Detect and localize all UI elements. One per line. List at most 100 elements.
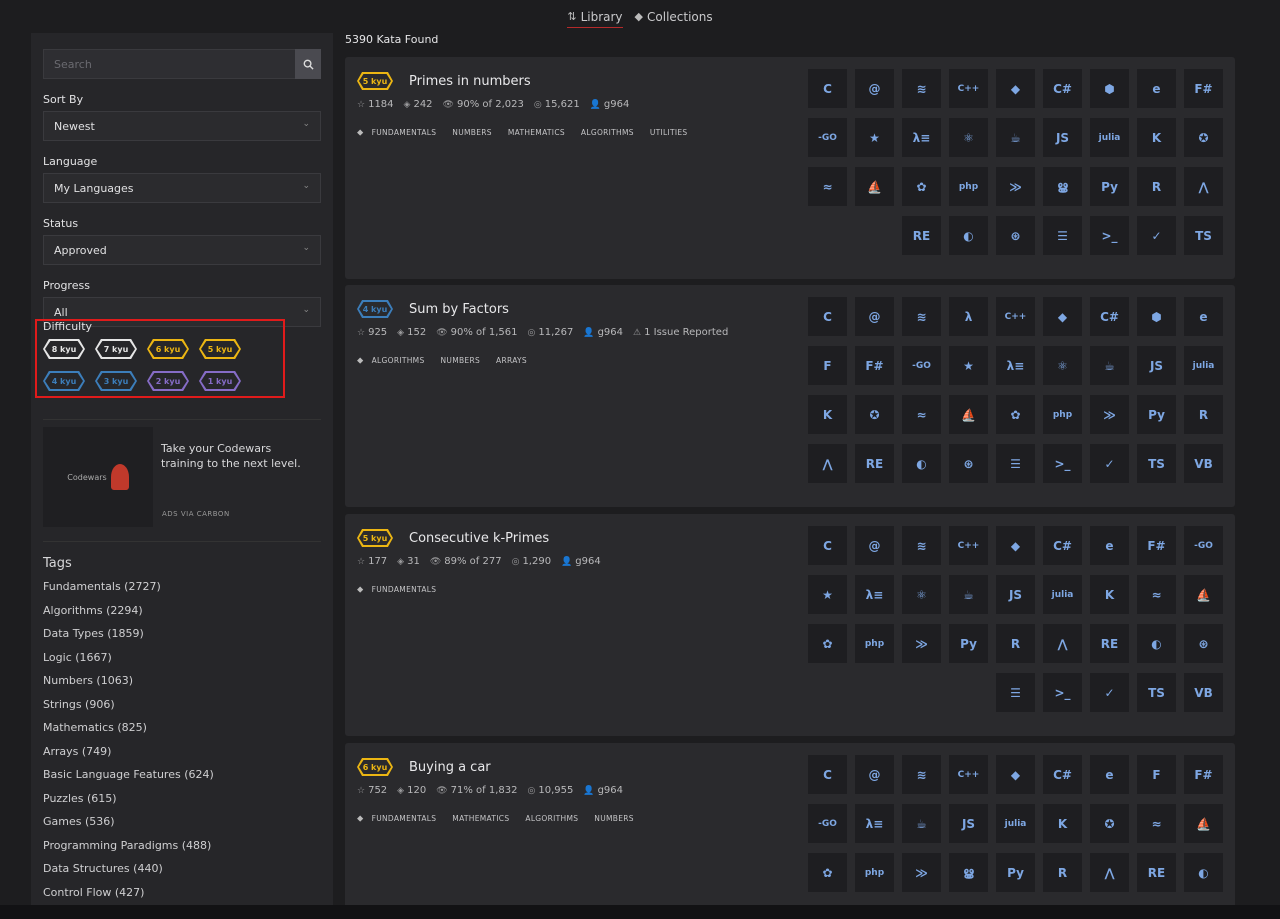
language-icon[interactable]: λ≡ xyxy=(855,575,894,614)
tab-collections[interactable]: ◆ Collections xyxy=(635,0,713,28)
language-icon[interactable]: @ xyxy=(855,526,894,565)
language-icon[interactable]: C++ xyxy=(949,755,988,794)
language-icon[interactable]: ✪ xyxy=(1184,118,1223,157)
tag-link[interactable]: Data Structures (440) xyxy=(43,861,214,885)
tag-chip[interactable]: MATHEMATICS xyxy=(508,125,573,140)
language-icon[interactable]: C++ xyxy=(996,297,1035,336)
language-icon[interactable]: ⛵ xyxy=(1184,575,1223,614)
language-icon[interactable]: ☰ xyxy=(1043,216,1082,255)
ad-image[interactable]: Codewars xyxy=(43,427,153,527)
language-icon[interactable]: ⊛ xyxy=(1184,624,1223,663)
language-icon[interactable]: ✪ xyxy=(1090,804,1129,843)
difficulty-8-kyu[interactable]: 8 kyu xyxy=(43,339,85,359)
language-icon[interactable]: ⋀ xyxy=(1043,624,1082,663)
tag-link[interactable]: Control Flow (427) xyxy=(43,885,214,906)
tag-chip[interactable]: ALGORITHMS xyxy=(372,353,433,368)
language-icon[interactable]: ✓ xyxy=(1137,216,1176,255)
stat-author[interactable]: 👤 g964 xyxy=(583,785,623,796)
language-icon[interactable]: php xyxy=(1043,395,1082,434)
language-icon[interactable]: ⬢ xyxy=(1090,69,1129,108)
language-icon[interactable]: C# xyxy=(1043,526,1082,565)
language-icon[interactable]: -GO xyxy=(808,118,847,157)
language-icon[interactable]: ✿ xyxy=(996,395,1035,434)
tag-link[interactable]: Basic Language Features (624) xyxy=(43,767,214,791)
kata-title-link[interactable]: Sum by Factors xyxy=(409,302,509,317)
language-icon[interactable]: -GO xyxy=(808,804,847,843)
kata-title-link[interactable]: Consecutive k-Primes xyxy=(409,531,549,546)
language-icon[interactable]: ✓ xyxy=(1090,444,1129,483)
language-icon[interactable]: ◆ xyxy=(996,755,1035,794)
language-icon[interactable]: λ xyxy=(949,297,988,336)
language-icon[interactable]: ☕ xyxy=(996,118,1035,157)
language-icon[interactable]: F# xyxy=(1184,755,1223,794)
language-icon[interactable]: C++ xyxy=(949,526,988,565)
language-icon[interactable]: JS xyxy=(1043,118,1082,157)
language-icon[interactable]: e xyxy=(1184,297,1223,336)
tag-link[interactable]: Games (536) xyxy=(43,814,214,838)
tag-chip[interactable]: ALGORITHMS xyxy=(525,811,586,826)
difficulty-7-kyu[interactable]: 7 kyu xyxy=(95,339,137,359)
tag-chip[interactable]: NUMBERS xyxy=(441,353,489,368)
language-icon[interactable]: ◆ xyxy=(996,526,1035,565)
ad-text[interactable]: Take your Codewars training to the next … xyxy=(153,423,313,543)
language-icon[interactable]: C# xyxy=(1043,755,1082,794)
language-icon[interactable]: php xyxy=(855,624,894,663)
status-select[interactable]: Approved ⌄ xyxy=(43,235,321,265)
language-icon[interactable]: ≋ xyxy=(902,755,941,794)
language-icon[interactable]: RE xyxy=(1137,853,1176,892)
language-icon[interactable]: R xyxy=(996,624,1035,663)
language-icon[interactable]: λ≡ xyxy=(855,804,894,843)
language-icon[interactable]: julia xyxy=(1043,575,1082,614)
ad-via-link[interactable]: ADS VIA CARBON xyxy=(162,510,230,518)
language-icon[interactable]: ⛵ xyxy=(855,167,894,206)
tag-chip[interactable]: NUMBERS xyxy=(594,811,642,826)
language-icon[interactable]: C# xyxy=(1043,69,1082,108)
language-icon[interactable]: R xyxy=(1184,395,1223,434)
language-icon[interactable]: ☕ xyxy=(949,575,988,614)
language-icon[interactable]: TS xyxy=(1137,444,1176,483)
language-icon[interactable]: ⋀ xyxy=(1090,853,1129,892)
language-icon[interactable]: λ≡ xyxy=(902,118,941,157)
carbon-ad[interactable]: Codewars Take your Codewars training to … xyxy=(43,423,321,543)
tag-chip[interactable]: FUNDAMENTALS xyxy=(372,125,445,140)
language-icon[interactable]: ⋀ xyxy=(1184,167,1223,206)
tag-chip[interactable]: FUNDAMENTALS xyxy=(372,811,445,826)
language-icon[interactable]: ◐ xyxy=(1184,853,1223,892)
language-icon[interactable]: ◆ xyxy=(1043,297,1082,336)
language-icon[interactable]: julia xyxy=(1184,346,1223,385)
tag-chip[interactable]: FUNDAMENTALS xyxy=(372,582,445,597)
language-icon[interactable]: ⛵ xyxy=(949,395,988,434)
difficulty-3-kyu[interactable]: 3 kyu xyxy=(95,371,137,391)
language-icon[interactable]: RE xyxy=(855,444,894,483)
language-icon[interactable]: JS xyxy=(996,575,1035,614)
tag-chip[interactable]: MATHEMATICS xyxy=(452,811,517,826)
language-icon[interactable]: ☕ xyxy=(902,804,941,843)
tag-chip[interactable]: UTILITIES xyxy=(650,125,696,140)
tag-link[interactable]: Puzzles (615) xyxy=(43,791,214,815)
language-icon[interactable]: php xyxy=(855,853,894,892)
tag-link[interactable]: Fundamentals (2727) xyxy=(43,579,214,603)
difficulty-2-kyu[interactable]: 2 kyu xyxy=(147,371,189,391)
language-icon[interactable]: TS xyxy=(1184,216,1223,255)
language-icon[interactable]: F xyxy=(1137,755,1176,794)
language-icon[interactable]: C xyxy=(808,297,847,336)
language-icon[interactable]: K xyxy=(1043,804,1082,843)
language-icon[interactable]: ★ xyxy=(855,118,894,157)
language-icon[interactable]: ★ xyxy=(949,346,988,385)
language-icon[interactable]: -GO xyxy=(1184,526,1223,565)
language-icon[interactable]: ⚛ xyxy=(902,575,941,614)
language-icon[interactable]: e xyxy=(1090,755,1129,794)
tag-link[interactable]: Data Types (1859) xyxy=(43,626,214,650)
tag-chip[interactable]: ARRAYS xyxy=(496,353,535,368)
language-icon[interactable]: F xyxy=(808,346,847,385)
language-icon[interactable]: ◐ xyxy=(1137,624,1176,663)
language-icon[interactable]: julia xyxy=(1090,118,1129,157)
language-icon[interactable]: F# xyxy=(1184,69,1223,108)
language-icon[interactable]: ✿ xyxy=(808,853,847,892)
language-icon[interactable]: JS xyxy=(1137,346,1176,385)
language-icon[interactable]: ≈ xyxy=(1137,804,1176,843)
difficulty-5-kyu[interactable]: 5 kyu xyxy=(199,339,241,359)
kata-title-link[interactable]: Buying a car xyxy=(409,760,491,775)
tag-link[interactable]: Logic (1667) xyxy=(43,650,214,674)
tag-link[interactable]: Numbers (1063) xyxy=(43,673,214,697)
